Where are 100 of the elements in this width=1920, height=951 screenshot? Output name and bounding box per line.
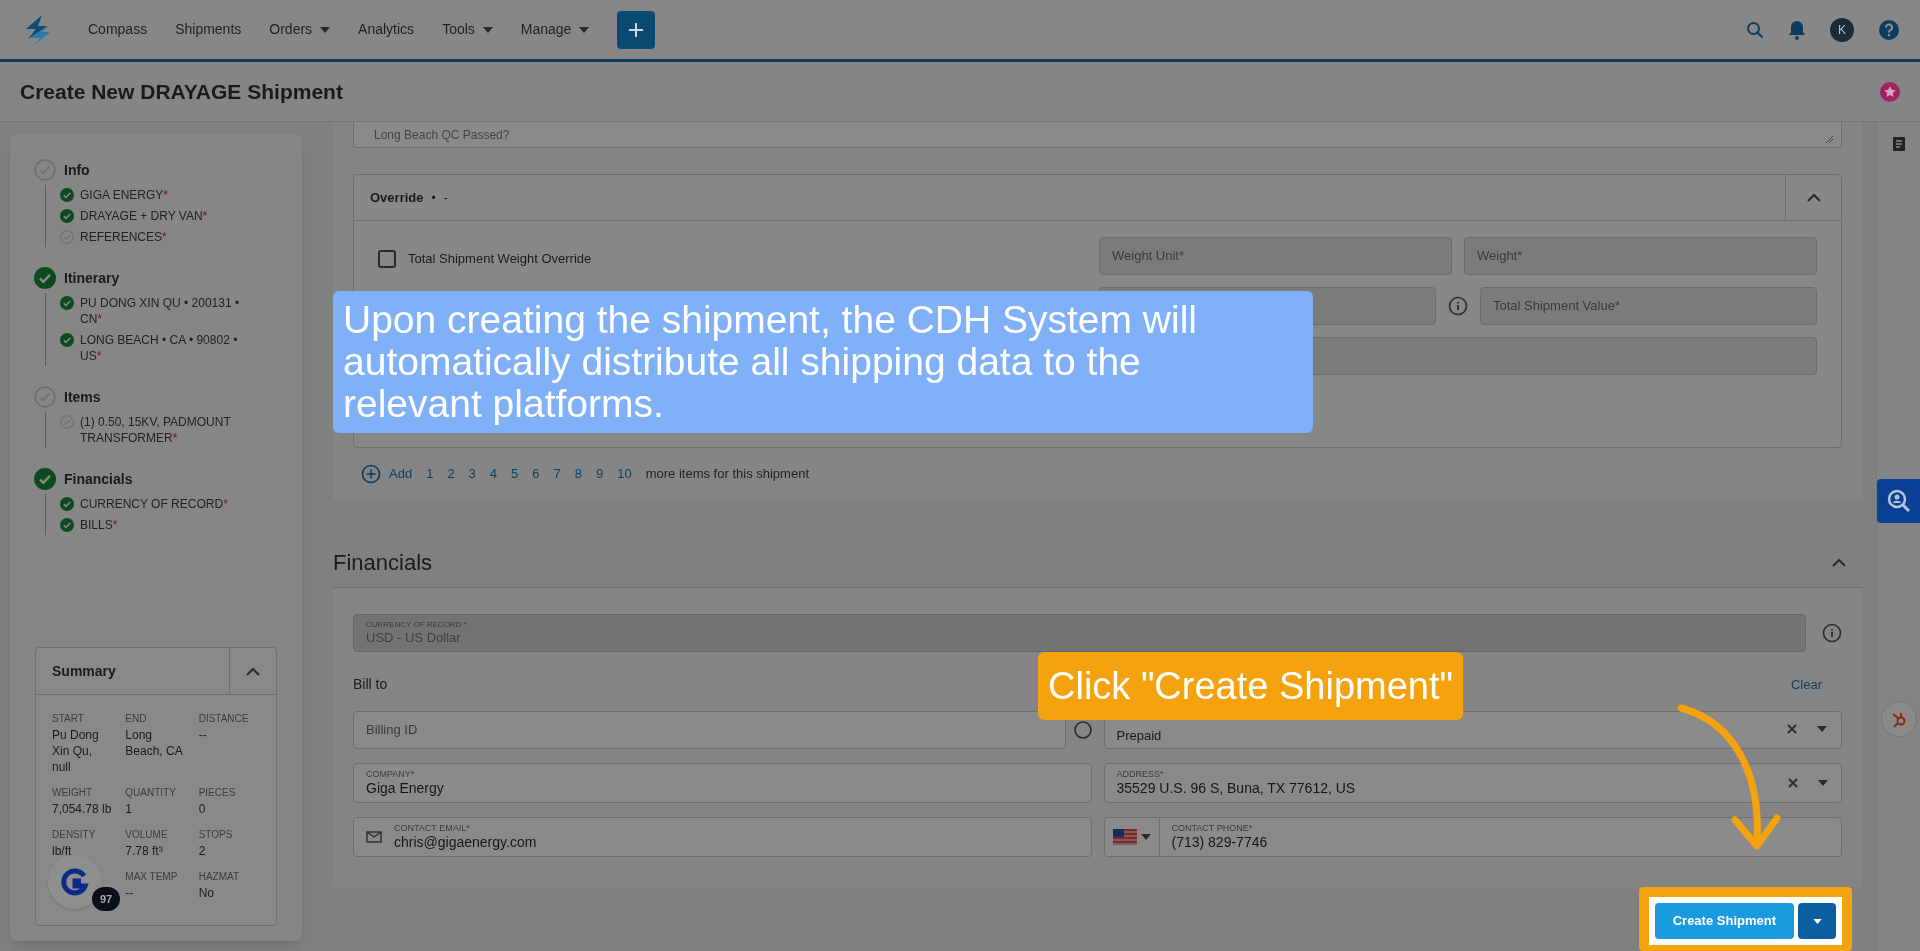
input-field[interactable]: Total Shipment Value* <box>1480 287 1817 325</box>
caret-icon <box>1818 780 1828 786</box>
field-label: COMPANY* <box>366 768 416 780</box>
clear-icon[interactable] <box>1788 778 1798 788</box>
clear-icon[interactable] <box>1787 724 1797 734</box>
step-label[interactable]: LONG BEACH • CA • 90802 • US* <box>80 332 260 364</box>
chevron-icon[interactable] <box>246 666 260 676</box>
add-items-link[interactable]: Add <box>361 464 413 484</box>
count-link[interactable]: 6 <box>532 464 540 484</box>
stat-value: Long Beach, CA <box>125 727 184 759</box>
caret-icon <box>1140 834 1151 840</box>
stat-value: 2 <box>198 843 207 859</box>
count-link[interactable]: 10 <box>617 464 632 484</box>
input-field[interactable]: COMPANY* Giga Energy <box>353 763 1092 803</box>
stat-label: QUANTITY <box>125 786 177 800</box>
notes-textarea[interactable]: Long Beach QC Passed? <box>353 122 1842 148</box>
stat-label: VOLUME <box>125 828 169 842</box>
user-avatar[interactable]: K <box>1830 17 1854 42</box>
nav-link[interactable]: Orders <box>269 19 331 40</box>
input-field[interactable]: CONTACT PHONE* (713) 829-7746 <box>1103 817 1842 857</box>
input-field[interactable]: Billing ID <box>353 711 1066 749</box>
field-value: Giga Energy <box>366 779 444 798</box>
stat-label: HAZMAT <box>198 870 241 884</box>
count-link[interactable]: 8 <box>574 464 582 484</box>
stat-label: DENSITY <box>52 828 97 842</box>
bell-icon[interactable] <box>1788 19 1806 40</box>
section-label: Bill to <box>353 675 388 694</box>
star-badge-icon[interactable] <box>1880 81 1900 102</box>
stat-label: MAX TEMP <box>125 870 179 884</box>
step-label[interactable]: PU DONG XIN QU • 200131 • CN* <box>80 295 260 327</box>
nav-link[interactable]: Shipments <box>175 19 242 40</box>
field-label: CONTACT PHONE* <box>1171 822 1254 834</box>
hubspot-button[interactable] <box>1880 701 1917 737</box>
nav-link[interactable]: Tools <box>442 19 493 40</box>
count-link[interactable]: 3 <box>468 464 476 484</box>
step-label[interactable]: BILLS* <box>80 517 260 533</box>
step-label[interactable]: REFERENCES* <box>80 229 260 245</box>
field-value: chris@gigaenergy.com <box>394 833 537 852</box>
stat-label: DISTANCE <box>198 712 250 726</box>
stat-label: WEIGHT <box>52 786 93 800</box>
input-field[interactable]: ADDRESS* 35529 U.S. 96 S, Buna, TX 77612, US <box>1103 763 1842 803</box>
stat-label: END <box>125 712 148 726</box>
plus-circle-icon <box>361 464 381 484</box>
field-label: ADDRESS* <box>1116 768 1165 780</box>
stat-value: 7,054.78 lb <box>52 801 113 817</box>
field-value: (713) 829-7746 <box>1171 833 1268 852</box>
plus-icon <box>628 21 645 38</box>
us-flag-icon[interactable] <box>1112 829 1137 845</box>
action-tooltip: Click "Create Shipment" <box>1038 652 1463 720</box>
page-title: Create New DRAYAGE Shipment <box>20 78 343 105</box>
checkbox[interactable] <box>378 249 396 268</box>
field-label: CONTACT EMAIL* <box>394 822 471 834</box>
stat-value: 7.78 ft³ <box>125 843 164 859</box>
add-button[interactable] <box>617 10 656 49</box>
clear-link[interactable]: Clear <box>1790 674 1822 695</box>
field-value: 35529 U.S. 96 S, Buna, TX 77612, US <box>1116 779 1356 798</box>
caret-icon <box>482 26 493 33</box>
count-link[interactable]: 7 <box>553 464 561 484</box>
step-label[interactable]: CURRENCY OF RECORD* <box>80 496 260 512</box>
info-tooltip: Upon creating the shipment, the CDH System will automatically distribute all shipping data to the relevant platforms. <box>333 291 1313 433</box>
nav-link[interactable]: Compass <box>88 19 148 40</box>
document-icon[interactable] <box>1891 136 1906 152</box>
section-title[interactable]: Itinerary <box>64 267 120 289</box>
stat-value: lb/ft <box>52 843 73 859</box>
search-person-button[interactable] <box>1876 479 1920 523</box>
stat-label: STOPS <box>198 828 234 842</box>
count-link[interactable]: 2 <box>447 464 455 484</box>
step-label[interactable]: GIGA ENERGY* <box>80 187 260 203</box>
step-label[interactable]: (1) 0.50, 15KV, PADMOUNT TRANSFORMER* <box>80 414 260 446</box>
count-link[interactable]: 1 <box>426 464 434 484</box>
chevron-icon[interactable] <box>1806 193 1821 202</box>
search-icon[interactable] <box>1746 20 1764 39</box>
stat-value: -- <box>125 885 135 901</box>
count-link[interactable]: 9 <box>596 464 604 484</box>
nav-link[interactable]: Analytics <box>358 19 415 40</box>
stat-label: START <box>52 712 85 726</box>
stat-value: -- <box>198 727 208 743</box>
chevron-icon[interactable] <box>1832 558 1846 567</box>
stat-value: 0 <box>198 801 207 817</box>
resize-handle-icon[interactable] <box>1825 135 1833 143</box>
step-label[interactable]: DRAYAGE + DRY VAN* <box>80 208 260 224</box>
add-items-suffix: more items for this shipment <box>645 465 809 484</box>
count-link[interactable]: 5 <box>511 464 519 484</box>
section-heading: Financials <box>333 549 433 577</box>
section-title: Override <box>370 188 424 207</box>
checkbox-label: Total Shipment Weight Override <box>408 250 592 268</box>
nav-link[interactable]: Manage <box>520 19 590 40</box>
count-link[interactable]: 4 <box>489 464 498 484</box>
input-field[interactable]: Weight Unit* <box>1099 237 1452 275</box>
help-icon[interactable] <box>1878 18 1900 41</box>
section-title[interactable]: Info <box>64 159 90 181</box>
section-title[interactable]: Items <box>64 386 101 408</box>
stat-value: 1 <box>125 801 133 817</box>
section-title[interactable]: Financials <box>64 468 133 490</box>
create-shipment-button[interactable]: Create Shipment <box>1654 903 1794 939</box>
input-field[interactable]: CONTACT EMAIL* chris@gigaenergy.com <box>353 817 1092 857</box>
g-logo-icon <box>60 867 90 897</box>
input-field[interactable]: Weight* <box>1464 237 1817 275</box>
dropdown-button[interactable] <box>1798 903 1836 939</box>
caret-icon <box>579 26 590 33</box>
